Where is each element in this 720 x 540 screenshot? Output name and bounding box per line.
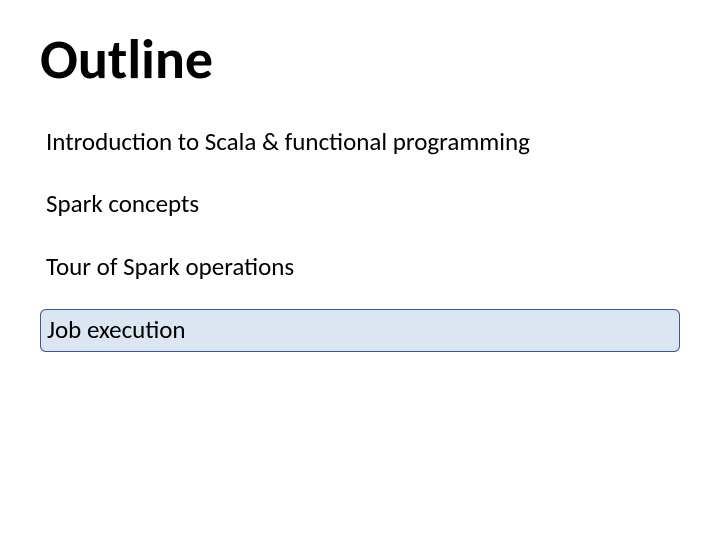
- slide-title: Outline: [40, 30, 680, 92]
- outline-item-current: Job execution: [40, 309, 680, 352]
- outline-item: Tour of Spark operations: [40, 247, 680, 288]
- outline-item: Spark concepts: [40, 184, 680, 225]
- outline-list: Introduction to Scala & functional progr…: [40, 122, 680, 352]
- outline-item: Introduction to Scala & functional progr…: [40, 122, 680, 163]
